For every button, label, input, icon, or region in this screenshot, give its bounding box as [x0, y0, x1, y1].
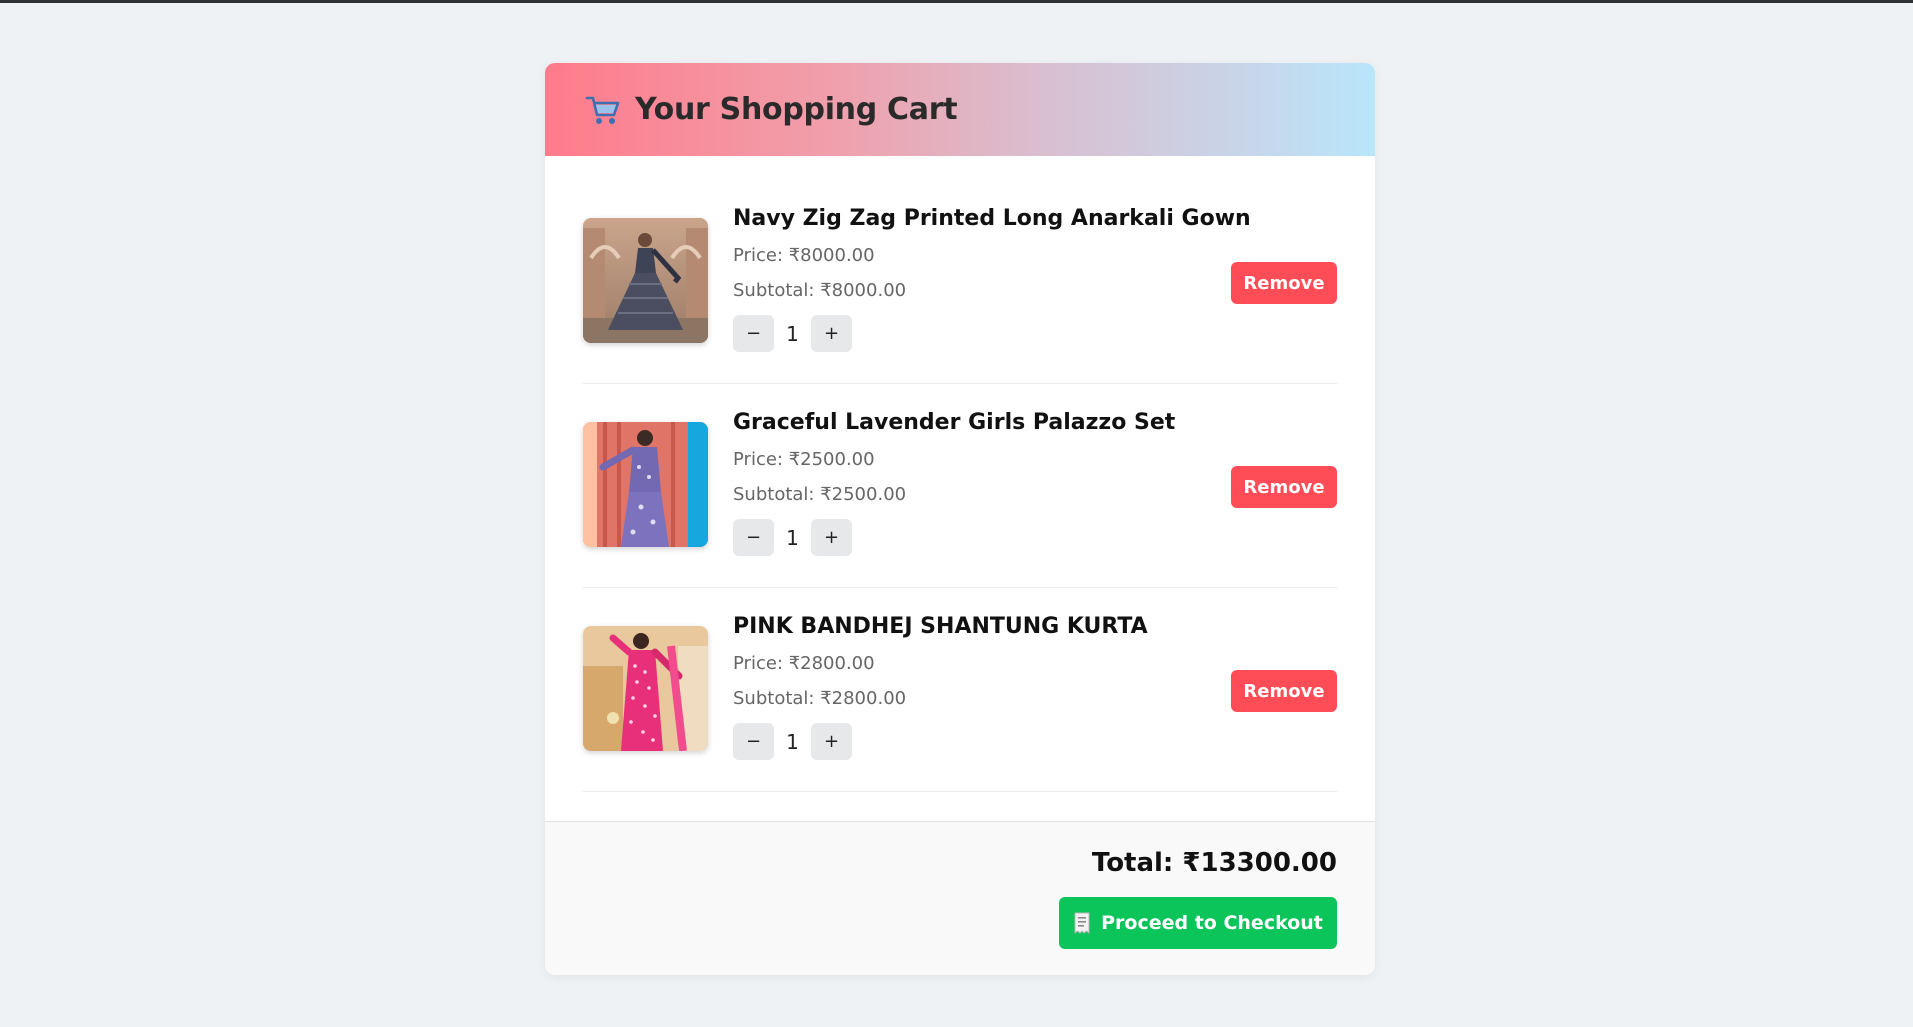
- receipt-icon: [1074, 912, 1090, 934]
- quantity-value: 1: [786, 525, 799, 550]
- item-info: Graceful Lavender Girls Palazzo Set Pric…: [733, 410, 1175, 556]
- product-image: [583, 626, 708, 751]
- shopping-cart-icon: [585, 93, 621, 127]
- increase-quantity-button[interactable]: +: [811, 519, 852, 556]
- item-name: PINK BANDHEJ SHANTUNG KURTA: [733, 614, 1148, 639]
- remove-item-button[interactable]: Remove: [1231, 466, 1337, 508]
- increase-quantity-button[interactable]: +: [811, 723, 852, 760]
- cart-footer: Total: ₹13300.00 Proceed to Checkout: [545, 821, 1375, 975]
- item-price: Price: ₹8000.00: [733, 245, 875, 266]
- item-price: Price: ₹2800.00: [733, 653, 875, 674]
- window-top-border: [0, 0, 1913, 3]
- item-name: Graceful Lavender Girls Palazzo Set: [733, 410, 1176, 435]
- cart-header: Your Shopping Cart: [545, 63, 1375, 156]
- shopping-cart-panel: Your Shopping Cart Navy Zig Zag Printed …: [545, 63, 1375, 975]
- item-name: Navy Zig Zag Printed Long Anarkali Gown: [733, 206, 1251, 231]
- cart-item: Graceful Lavender Girls Palazzo Set Pric…: [583, 384, 1337, 588]
- cart-item: PINK BANDHEJ SHANTUNG KURTA Price: ₹2800…: [583, 588, 1337, 792]
- checkout-label: Proceed to Checkout: [1101, 912, 1323, 934]
- quantity-stepper: − 1 +: [733, 315, 1251, 352]
- item-subtotal: Subtotal: ₹2500.00: [733, 484, 907, 505]
- product-image: [583, 422, 708, 547]
- decrease-quantity-button[interactable]: −: [733, 723, 774, 760]
- increase-quantity-button[interactable]: +: [811, 315, 852, 352]
- quantity-stepper: − 1 +: [733, 723, 1148, 760]
- remove-item-button[interactable]: Remove: [1231, 262, 1337, 304]
- item-price: Price: ₹2500.00: [733, 449, 875, 470]
- item-subtotal: Subtotal: ₹8000.00: [733, 280, 907, 301]
- item-info: Navy Zig Zag Printed Long Anarkali Gown …: [733, 206, 1251, 352]
- page-title: Your Shopping Cart: [635, 92, 958, 127]
- remove-item-button[interactable]: Remove: [1231, 670, 1337, 712]
- decrease-quantity-button[interactable]: −: [733, 315, 774, 352]
- decrease-quantity-button[interactable]: −: [733, 519, 774, 556]
- cart-total: Total: ₹13300.00: [1091, 848, 1337, 878]
- quantity-value: 1: [786, 729, 799, 754]
- cart-items-list: Navy Zig Zag Printed Long Anarkali Gown …: [545, 156, 1375, 792]
- item-info: PINK BANDHEJ SHANTUNG KURTA Price: ₹2800…: [733, 614, 1148, 760]
- cart-item: Navy Zig Zag Printed Long Anarkali Gown …: [583, 180, 1337, 384]
- proceed-to-checkout-button[interactable]: Proceed to Checkout: [1059, 897, 1337, 949]
- quantity-value: 1: [786, 321, 799, 346]
- item-subtotal: Subtotal: ₹2800.00: [733, 688, 907, 709]
- product-image: [583, 218, 708, 343]
- quantity-stepper: − 1 +: [733, 519, 1175, 556]
